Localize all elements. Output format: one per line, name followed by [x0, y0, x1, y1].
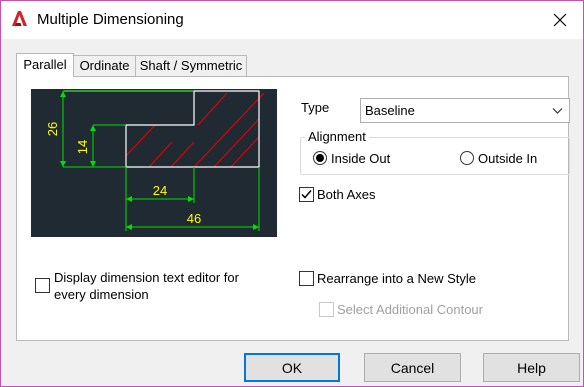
dimension-46-label: 46 [187, 211, 201, 226]
ok-button[interactable]: OK [244, 353, 340, 382]
tab-shaft-symmetric[interactable]: Shaft / Symmetric [135, 55, 247, 76]
inside-out-label[interactable]: Inside Out [331, 151, 390, 166]
display-editor-label-line2[interactable]: every dimension [54, 287, 149, 302]
type-label: Type [301, 100, 330, 115]
ok-button-label: OK [281, 359, 303, 376]
window-title: Multiple Dimensioning [37, 11, 184, 28]
checkmark-icon [301, 190, 312, 199]
tab-parallel[interactable]: Parallel [16, 53, 74, 77]
both-axes-label[interactable]: Both Axes [317, 187, 376, 202]
display-editor-label-line1[interactable]: Display dimension text editor for [54, 270, 239, 285]
dialog-window: Multiple Dimensioning Parallel Ordinate … [0, 0, 584, 387]
close-button[interactable] [537, 1, 583, 39]
display-editor-checkbox[interactable] [35, 278, 50, 293]
radio-selected-dot [316, 154, 324, 162]
help-button[interactable]: Help [483, 353, 580, 382]
autocad-a-icon [12, 11, 27, 26]
tab-ordinate[interactable]: Ordinate [73, 55, 136, 76]
outside-in-radio[interactable] [460, 151, 474, 165]
tab-panel-parallel: 26 14 24 46 Type Baseline Alignment Insi… [16, 76, 570, 341]
dimension-26-label: 26 [45, 122, 60, 136]
tab-shaft-symmetric-label: Shaft / Symmetric [139, 58, 243, 73]
select-contour-checkbox [319, 302, 334, 317]
select-contour-label: Select Additional Contour [337, 302, 483, 317]
cancel-button-label: Cancel [390, 359, 435, 376]
type-selected-value: Baseline [365, 103, 415, 118]
dimension-24-label: 24 [153, 183, 167, 198]
rearrange-style-label[interactable]: Rearrange into a New Style [317, 271, 476, 286]
type-dropdown[interactable]: Baseline [360, 98, 570, 123]
cancel-button[interactable]: Cancel [364, 353, 461, 382]
title-bar[interactable]: Multiple Dimensioning [1, 1, 583, 39]
tab-parallel-label: Parallel [23, 57, 67, 72]
alignment-title: Alignment [305, 129, 369, 144]
inside-out-radio[interactable] [313, 151, 327, 165]
rearrange-style-checkbox[interactable] [299, 271, 314, 286]
outside-in-label[interactable]: Outside In [478, 151, 537, 166]
dimension-14-label: 14 [75, 140, 90, 154]
dimension-preview-image: 26 14 24 46 [31, 89, 277, 237]
help-button-label: Help [517, 359, 546, 376]
tab-ordinate-label: Ordinate [79, 58, 130, 73]
both-axes-checkbox[interactable] [299, 187, 314, 202]
chevron-down-icon [552, 108, 563, 114]
close-icon [553, 13, 567, 27]
